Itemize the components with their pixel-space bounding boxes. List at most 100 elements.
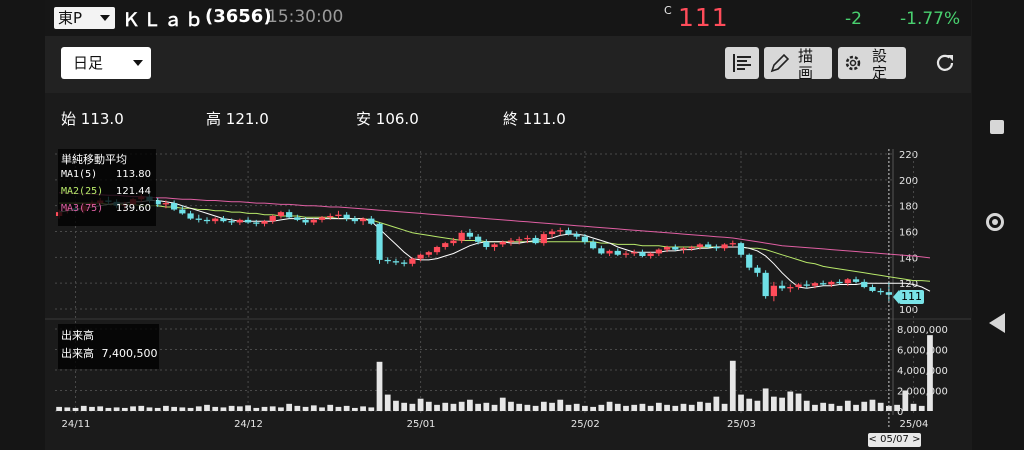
volume-bar	[598, 404, 605, 411]
volume-bar	[623, 405, 629, 411]
volume-bar	[368, 407, 375, 411]
volume-bar	[516, 403, 523, 411]
candle-body	[269, 216, 276, 222]
recent-apps-icon[interactable]	[990, 120, 1004, 134]
chevron-down-icon	[100, 15, 110, 21]
volume-bar	[721, 403, 728, 411]
market-select[interactable]: 東P	[54, 7, 115, 29]
candle-body	[795, 284, 802, 288]
volume-bar	[910, 403, 917, 411]
volume-bar	[705, 402, 712, 411]
volume-bar	[467, 399, 473, 411]
candle-body	[187, 213, 194, 219]
stock-header: 東P ＫＬａｂ (3656) 15:30:00 C 111 -2 -1.77%	[45, 0, 971, 36]
date-tick-label: 25/04	[900, 419, 929, 430]
candle-body	[787, 287, 794, 289]
volume-bar	[278, 407, 284, 411]
volume-bar	[820, 402, 827, 411]
candle-body	[327, 216, 334, 218]
volume-bar	[491, 404, 498, 411]
candle-body	[705, 244, 712, 247]
candle-body	[565, 230, 572, 235]
reload-icon[interactable]	[933, 51, 957, 75]
candle-body	[655, 249, 662, 254]
candle-body	[384, 259, 391, 262]
volume-bar	[664, 404, 670, 411]
volume-bar	[72, 407, 79, 411]
volume-bar	[56, 406, 62, 411]
candle-body	[590, 241, 597, 249]
candle-body	[294, 217, 301, 220]
price-tick-label: 180	[899, 202, 918, 213]
volume-bar	[902, 390, 909, 411]
candle-body	[606, 250, 613, 254]
candle-body	[507, 240, 515, 242]
volume-bar	[738, 394, 744, 411]
home-icon[interactable]	[986, 213, 1004, 231]
volume-bar	[918, 405, 925, 411]
volume-bar	[376, 361, 383, 411]
candle-body	[417, 254, 424, 259]
candle-body	[737, 243, 745, 255]
candle-body	[212, 218, 219, 222]
volume-bar	[105, 407, 112, 411]
price-flag: C	[664, 4, 672, 17]
candle-body	[852, 279, 860, 282]
volume-bar	[425, 401, 432, 411]
candle-body	[261, 221, 268, 224]
volume-bar	[565, 404, 572, 411]
candle-body	[236, 219, 243, 223]
volume-bar	[442, 402, 449, 411]
volume-bar	[220, 407, 227, 411]
volume-legend: 出来高 出来高 7,400,500	[58, 324, 159, 369]
date-cursor-tag[interactable]: < 05/07 >	[868, 433, 921, 447]
volume-bar	[499, 397, 506, 411]
date-tick-label: 25/01	[407, 419, 436, 430]
candle-body	[770, 285, 777, 297]
indicator-list-button[interactable]	[725, 47, 759, 79]
candle-body	[762, 272, 769, 297]
candle-body	[195, 218, 202, 220]
candle-body	[540, 234, 547, 244]
candle-body	[220, 218, 227, 222]
volume-tick-label: 4,000,000	[897, 366, 948, 377]
volume-bar	[861, 401, 868, 411]
volume-bar	[877, 402, 884, 411]
volume-value: 7,400,500	[101, 347, 158, 360]
volume-bar	[195, 406, 202, 411]
price-change: -2	[845, 9, 862, 29]
volume-bar	[582, 405, 588, 411]
volume-bar	[803, 400, 810, 411]
gear-icon	[845, 55, 861, 71]
volume-tick-label: 8,000,000	[897, 325, 948, 336]
volume-bar	[64, 407, 71, 411]
period-select[interactable]: 日足	[61, 47, 151, 79]
candle-body	[302, 219, 309, 223]
volume-bar	[319, 407, 325, 411]
candle-body	[409, 258, 416, 264]
candle-body	[811, 283, 819, 286]
volume-bar	[360, 406, 366, 411]
candle-body	[162, 203, 170, 205]
candle-body	[425, 252, 432, 255]
volume-bar	[286, 403, 293, 411]
volume-row: 出来高 7,400,500	[61, 345, 157, 361]
candlestick-chart[interactable]: 2202001801601401201008,000,0006,000,0004…	[45, 93, 971, 450]
volume-bar	[853, 404, 859, 411]
ma1-label: MA1(5)	[61, 169, 98, 180]
candle-body	[310, 219, 317, 223]
last-price-tag: 111	[893, 290, 924, 304]
ma2-value: 121.44	[116, 186, 151, 197]
draw-button[interactable]: 描画	[764, 47, 832, 79]
volume-bar	[754, 400, 761, 411]
volume-bar	[787, 391, 794, 411]
settings-button[interactable]: 設定	[838, 47, 906, 79]
chart-toolbar: 日足 描画 設定	[45, 36, 971, 93]
volume-bar	[121, 407, 128, 411]
candle-body	[721, 244, 728, 249]
candle-body	[351, 218, 358, 222]
volume-bar	[524, 404, 531, 411]
back-icon[interactable]	[989, 313, 1005, 333]
date-tick-label: 24/12	[234, 419, 263, 430]
volume-bar	[746, 398, 753, 411]
